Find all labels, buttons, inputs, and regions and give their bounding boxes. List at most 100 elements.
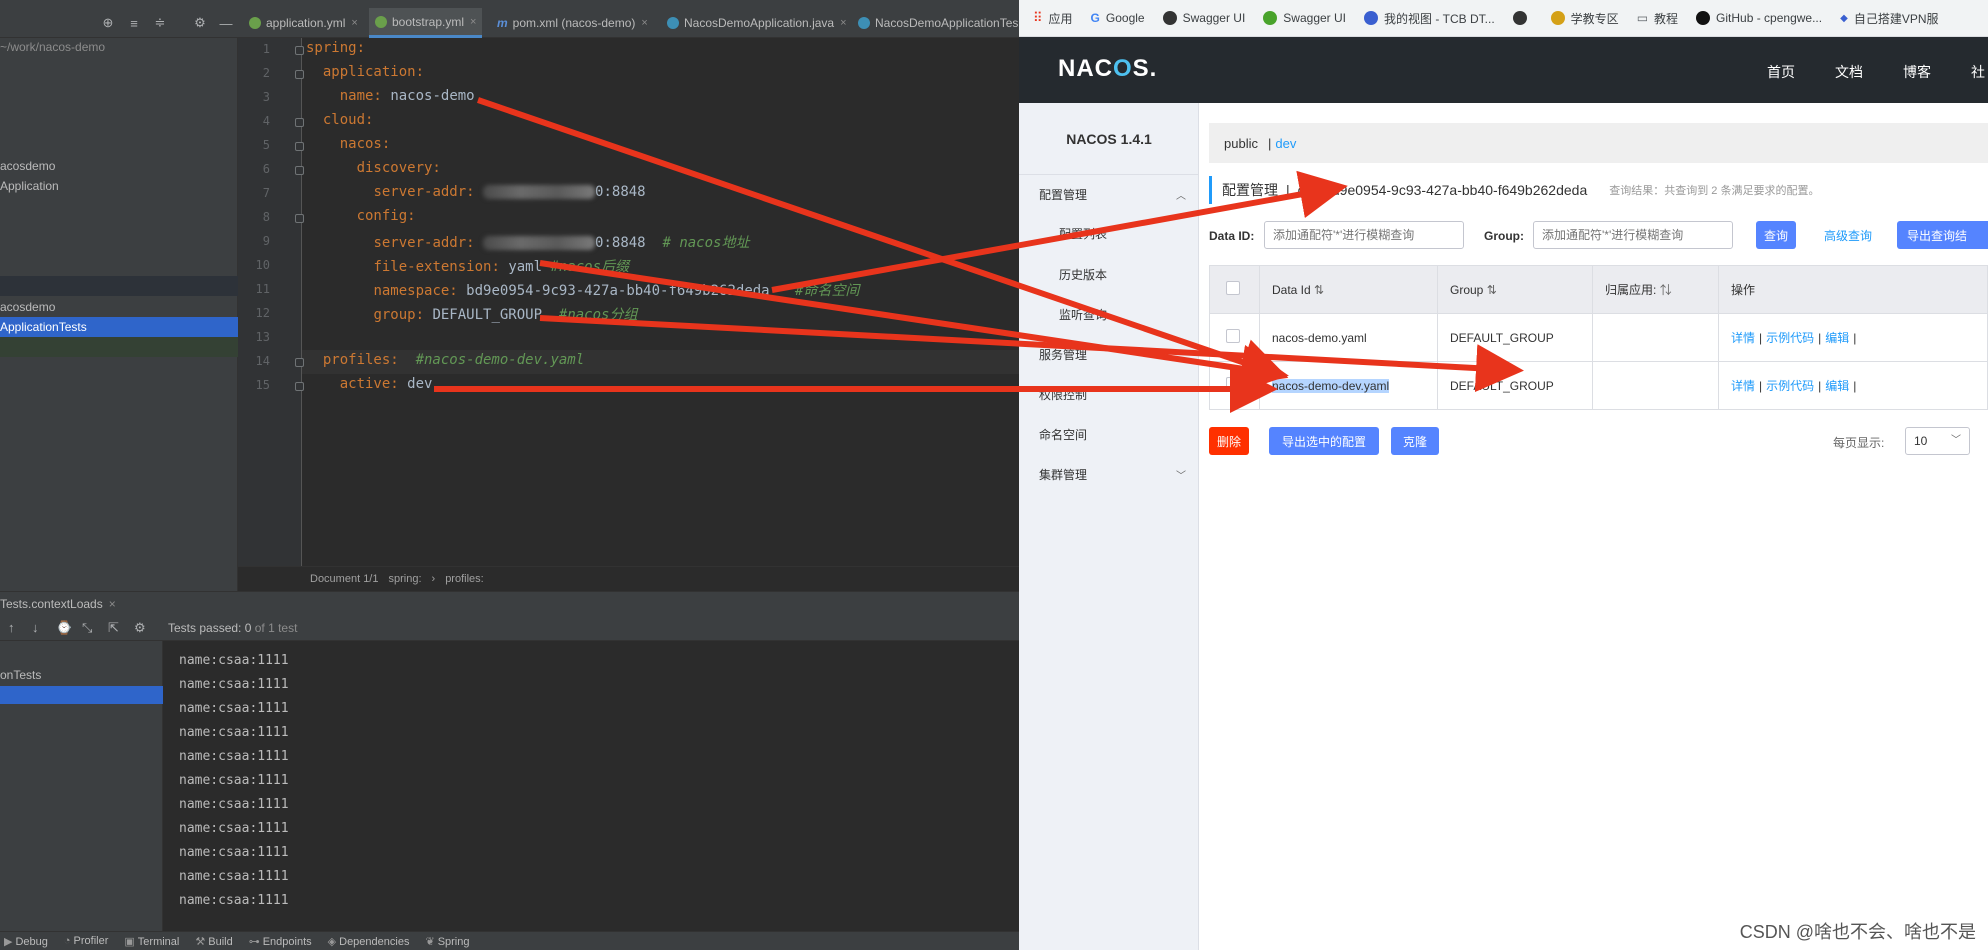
export-selected-button[interactable]: 导出选中的配置 [1269,427,1379,455]
bookmark-github[interactable]: GitHub - cpengwe... [1696,11,1822,25]
close-icon[interactable]: × [641,17,647,29]
tree-item-selected[interactable]: ApplicationTests [0,320,87,334]
test-tree-selected[interactable] [0,686,163,704]
advanced-query-button[interactable]: 高级查询 [1818,221,1878,249]
op-detail-link[interactable]: 详情 [1731,379,1755,393]
arrow-up-icon[interactable]: ↑ [8,620,15,635]
bookmark-swagger[interactable]: Swagger UI [1263,11,1346,25]
tab-nacos-demo-application[interactable]: NacosDemoApplication.java × [661,8,853,38]
select-all-checkbox[interactable] [1226,281,1240,295]
tab-pom-xml[interactable]: m pom.xml (nacos-demo) × [491,8,654,38]
bookmark-apps[interactable]: ⠿ 应用 [1033,10,1073,27]
sidebar-item-listen-query[interactable]: 监听查询 [1059,306,1107,323]
code-editor[interactable]: 1 2 3 4 5 6 7 8 9 10 11 12 13 14 15 spring: applicatio… [238,38,1019,566]
tree-item[interactable]: acosdemo [0,300,55,314]
tab-nacos-demo-application-tests[interactable]: NacosDemoApplicationTes [852,8,1019,38]
fold-marker-icon[interactable] [295,358,304,367]
row-checkbox[interactable] [1226,377,1240,391]
bookmark-vpn[interactable]: ◆ 自己搭建VPN服 [1840,10,1938,27]
fold-marker-icon[interactable] [295,166,304,175]
status-item-profiler[interactable]: ◔ Profiler [64,935,109,947]
breadcrumb-item[interactable]: spring: [388,573,421,585]
target-icon[interactable]: ⊕ [100,15,116,31]
nav-community[interactable]: 社 [1971,62,1985,82]
status-item-terminal[interactable]: ▣ Terminal [124,935,179,948]
status-item-spring[interactable]: ❦ Spring [425,935,469,948]
col-group[interactable]: Group ⇅ [1437,265,1593,314]
bookmark-tutorial[interactable]: ▭ 教程 [1637,10,1678,27]
nav-home[interactable]: 首页 [1767,62,1795,82]
dataid-input[interactable] [1264,221,1464,249]
arrow-down-icon[interactable]: ↓ [32,620,39,635]
console-line: name:csaa:1111 [179,725,289,740]
op-detail-link[interactable]: 详情 [1731,331,1755,345]
sidebar-item-permission[interactable]: 权限控制 [1039,386,1087,403]
bookmark-swagger[interactable]: Swagger UI [1162,11,1245,25]
nacos-logo[interactable]: NACOS. [1058,55,1157,83]
status-item-debug[interactable]: ▶ Debug [4,935,48,948]
sidebar-item-config-list[interactable]: 配置列表 [1059,225,1107,242]
sidebar-item-history[interactable]: 历史版本 [1059,266,1107,283]
sort-icon[interactable]: ⤡ [82,620,92,636]
fold-marker-icon[interactable] [295,214,304,223]
fold-marker-icon[interactable] [295,70,304,79]
test-tree-item[interactable]: onTests [0,668,41,682]
tab-application-yml[interactable]: application.yml × [243,8,364,38]
gear-icon[interactable]: ⚙ [134,620,146,636]
sidebar-item-cluster[interactable]: 集群管理 [1039,466,1087,483]
chevron-up-icon[interactable]: ︿ [1176,187,1186,202]
close-icon[interactable]: × [470,16,476,28]
col-app[interactable]: 归属应用: ⇅ [1592,265,1719,314]
op-sample-link[interactable]: 示例代码 [1766,379,1814,393]
group-input[interactable] [1533,221,1733,249]
status-item-dependencies[interactable]: ◈ Dependencies [328,935,410,948]
sidebar-item-service-mgmt[interactable]: 服务管理 [1039,346,1087,363]
op-edit-link[interactable]: 编辑 [1825,379,1849,393]
page-size-select[interactable]: 10 ﹀ [1905,427,1970,455]
expand-icon[interactable]: ≑ [152,15,168,31]
tab-bootstrap-yml[interactable]: bootstrap.yml × [369,8,483,38]
collapse-icon[interactable]: ≡ [126,16,142,31]
delete-button[interactable]: 删除 [1209,427,1249,455]
namespace-public[interactable]: public [1224,136,1258,151]
tree-item[interactable]: acosdemo [0,159,55,173]
close-icon[interactable]: × [840,17,846,29]
run-tab-label[interactable]: Tests.contextLoads [0,597,103,611]
namespace-dev[interactable]: dev [1275,136,1296,151]
history-icon[interactable]: ⌚ [56,620,72,636]
chevron-down-icon[interactable]: ﹀ [1176,467,1186,482]
col-ops: 操作 [1718,265,1988,314]
nav-blog[interactable]: 博客 [1903,62,1931,82]
close-icon[interactable]: × [109,597,116,611]
row-checkbox[interactable] [1226,329,1240,343]
console-output[interactable]: name:csaa:1111 name:csaa:1111 name:csaa:11… [163,641,1019,931]
col-data-id[interactable]: Data Id ⇅ [1259,265,1438,314]
status-item-endpoints[interactable]: ⊶ Endpoints [249,935,312,948]
fold-marker-icon[interactable] [295,142,304,151]
query-button[interactable]: 查询 [1756,221,1796,249]
gear-icon[interactable]: ⚙ [192,15,208,31]
line-number: 12 [255,306,270,320]
bookmark-tcb[interactable]: 我的视图 - TCB DT... [1364,10,1495,27]
bookmark-google[interactable]: G Google [1091,11,1145,25]
nav-docs[interactable]: 文档 [1835,62,1863,82]
code-line: application: [322,64,425,80]
sidebar-item-namespace[interactable]: 命名空间 [1039,426,1087,443]
breadcrumb-item[interactable]: profiles: [445,573,484,585]
clone-button[interactable]: 克隆 [1391,427,1439,455]
sidebar-item-config-mgmt[interactable]: 配置管理 [1039,186,1087,203]
fold-marker-icon[interactable] [295,46,304,55]
status-item-build[interactable]: ⚒ Build [195,935,232,948]
close-icon[interactable]: × [351,17,357,29]
op-edit-link[interactable]: 编辑 [1825,331,1849,345]
fold-marker-icon[interactable] [295,382,304,391]
breadcrumb-item[interactable]: Document 1/1 [310,573,378,585]
minimize-icon[interactable]: — [218,16,234,31]
tree-item[interactable]: Application [0,179,59,193]
op-sample-link[interactable]: 示例代码 [1766,331,1814,345]
export-icon[interactable]: ⇱ [108,620,119,636]
bookmark-edu[interactable]: 学教专区 [1550,10,1619,27]
fold-marker-icon[interactable] [295,118,304,127]
export-query-button[interactable]: 导出查询结 [1897,221,1988,249]
bookmark-globe[interactable] [1512,11,1533,25]
